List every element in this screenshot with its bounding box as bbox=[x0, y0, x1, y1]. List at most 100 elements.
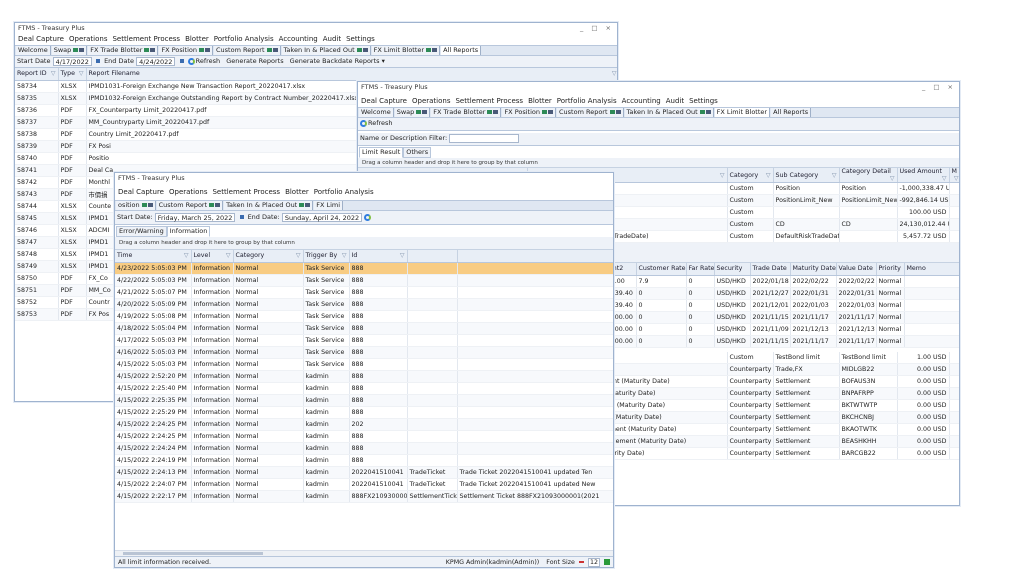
document-tab[interactable]: All Reports bbox=[771, 108, 812, 117]
column-header[interactable]: Time ▽ bbox=[115, 250, 192, 263]
menu-item[interactable]: Blotter bbox=[285, 188, 309, 196]
column-header[interactable]: Maturity Date bbox=[790, 263, 837, 276]
menu-item[interactable]: Audit bbox=[323, 35, 341, 43]
table-row[interactable]: 4/15/2022 2:24:07 PM Information Normal kad… bbox=[115, 478, 613, 491]
menu-item[interactable]: Accounting bbox=[279, 35, 318, 43]
table-row[interactable]: 4/18/2022 5:05:04 PM Information Normal Tas… bbox=[115, 322, 613, 335]
table-row[interactable]: 4/15/2022 2:24:24 PM Information Normal kad… bbox=[115, 442, 613, 455]
document-tab[interactable]: Custom Report bbox=[214, 46, 281, 55]
increase-font-icon[interactable] bbox=[604, 559, 610, 565]
document-tab[interactable]: Taken In & Placed Out bbox=[281, 46, 371, 55]
menu-item[interactable]: Operations bbox=[69, 35, 107, 43]
decrease-font-icon[interactable] bbox=[578, 561, 584, 563]
table-row[interactable]: 4/17/2022 5:05:03 PM Information Normal Tas… bbox=[115, 334, 613, 347]
document-tab[interactable]: FX Limi bbox=[314, 201, 344, 210]
close-tab-icon[interactable] bbox=[615, 110, 621, 114]
close-tab-icon[interactable] bbox=[422, 110, 428, 114]
menu-item[interactable]: Blotter bbox=[185, 35, 209, 43]
filter-icon[interactable]: ▽ bbox=[766, 172, 771, 179]
table-row[interactable]: 4/20/2022 5:05:09 PM Information Normal Tas… bbox=[115, 298, 613, 311]
close-tab-icon[interactable] bbox=[215, 203, 221, 207]
document-tab[interactable]: FX Trade Blotter bbox=[431, 108, 502, 117]
popout-icon[interactable] bbox=[542, 110, 548, 114]
popout-icon[interactable] bbox=[299, 203, 305, 207]
table-row[interactable]: 4/15/2022 2:24:25 PM Information Normal kad… bbox=[115, 418, 613, 431]
popout-icon[interactable] bbox=[141, 203, 147, 207]
table-row[interactable]: 4/15/2022 2:25:29 PM Information Normal kad… bbox=[115, 406, 613, 419]
column-header[interactable]: Used Amount ▽ bbox=[897, 168, 950, 183]
filter-icon[interactable]: ▽ bbox=[890, 175, 895, 182]
table-row[interactable]: 4/16/2022 5:05:03 PM Information Normal Tas… bbox=[115, 346, 613, 359]
filter-icon[interactable]: ▽ bbox=[184, 252, 189, 259]
start-date-field[interactable]: Friday, March 25, 2022 bbox=[154, 212, 236, 222]
close-tab-icon[interactable] bbox=[493, 110, 499, 114]
column-header[interactable]: Level ▽ bbox=[191, 250, 234, 263]
close-tab-icon[interactable] bbox=[272, 48, 278, 52]
calendar-icon[interactable] bbox=[179, 59, 184, 63]
menu-item[interactable]: Settings bbox=[346, 35, 375, 43]
menu-item[interactable]: Settlement Process bbox=[112, 35, 180, 43]
filter-icon[interactable]: ▽ bbox=[400, 252, 405, 259]
filter-icon[interactable]: ▽ bbox=[51, 70, 56, 77]
document-tab[interactable]: Welcome bbox=[359, 108, 394, 117]
column-header[interactable]: Priority bbox=[876, 263, 905, 276]
close-tab-icon[interactable] bbox=[362, 48, 368, 52]
menu-item[interactable]: Audit bbox=[666, 97, 684, 105]
menu-item[interactable]: Accounting bbox=[622, 97, 661, 105]
menu-item[interactable]: Portfolio Analysis bbox=[214, 35, 274, 43]
popout-icon[interactable] bbox=[426, 48, 432, 52]
menu-item[interactable]: Settlement Process bbox=[455, 97, 523, 105]
close-tab-icon[interactable] bbox=[548, 110, 554, 114]
popout-icon[interactable] bbox=[266, 48, 272, 52]
document-tab[interactable]: FX Trade Blotter bbox=[88, 46, 159, 55]
column-header[interactable]: Security bbox=[714, 263, 751, 276]
document-tab[interactable]: Welcome bbox=[16, 46, 51, 55]
column-header[interactable]: Memo bbox=[904, 263, 959, 276]
document-tab[interactable]: Custom Report bbox=[156, 201, 224, 210]
filter-icon[interactable]: ▽ bbox=[79, 70, 84, 77]
filter-icon[interactable]: ▽ bbox=[296, 252, 301, 259]
column-header[interactable]: Value Date bbox=[836, 263, 877, 276]
filter-icon[interactable]: ▽ bbox=[720, 172, 725, 179]
menu-item[interactable]: Deal Capture bbox=[18, 35, 64, 43]
table-row[interactable]: 4/23/2022 5:05:03 PM Information Normal Tas… bbox=[115, 262, 613, 275]
table-row[interactable]: 4/15/2022 2:24:25 PM Information Normal kad… bbox=[115, 430, 613, 443]
table-row[interactable]: 4/15/2022 2:25:35 PM Information Normal kad… bbox=[115, 394, 613, 407]
document-tab[interactable]: FX Position bbox=[159, 46, 214, 55]
document-tab[interactable]: FX Position bbox=[502, 108, 557, 117]
popout-icon[interactable] bbox=[416, 110, 422, 114]
end-date-field[interactable]: Sunday, April 24, 2022 bbox=[281, 212, 363, 222]
popout-icon[interactable] bbox=[73, 48, 79, 52]
font-size-value[interactable]: 12 bbox=[587, 558, 600, 567]
column-header[interactable]: Id ▽ bbox=[349, 250, 408, 263]
subtab[interactable]: Others bbox=[403, 147, 432, 158]
popout-icon[interactable] bbox=[609, 110, 615, 114]
close-tab-icon[interactable] bbox=[147, 203, 153, 207]
document-tab[interactable]: Swap bbox=[51, 46, 88, 55]
document-tab[interactable]: Taken In & Placed Out bbox=[224, 201, 314, 210]
calendar-icon[interactable] bbox=[95, 59, 100, 63]
subtab[interactable]: Limit Result bbox=[359, 147, 404, 158]
filter-icon[interactable]: ▽ bbox=[226, 252, 231, 259]
table-row[interactable]: 4/19/2022 5:05:08 PM Information Normal Tas… bbox=[115, 310, 613, 323]
table-row[interactable]: 4/15/2022 2:22:17 PM Information Normal kad… bbox=[115, 490, 613, 503]
document-tab[interactable]: FX Limit Blotter bbox=[371, 46, 441, 55]
document-tab[interactable]: Taken In & Placed Out bbox=[624, 108, 714, 117]
generate-reports-button[interactable]: Generate Reports bbox=[226, 57, 283, 65]
menu-item[interactable]: Settlement Process bbox=[212, 188, 280, 196]
close-tab-icon[interactable] bbox=[205, 48, 211, 52]
document-tab[interactable]: Custom Report bbox=[557, 108, 624, 117]
menu-item[interactable]: Settings bbox=[689, 97, 718, 105]
menu-item[interactable]: Portfolio Analysis bbox=[557, 97, 617, 105]
window-controls[interactable]: _ □ × bbox=[580, 23, 614, 34]
column-header[interactable]: Trade Date bbox=[750, 263, 791, 276]
column-header[interactable]: Customer Rate bbox=[636, 263, 687, 276]
popout-icon[interactable] bbox=[356, 48, 362, 52]
refresh-button[interactable]: Refresh bbox=[187, 57, 220, 65]
table-row[interactable]: 4/15/2022 5:05:03 PM Information Normal Tas… bbox=[115, 358, 613, 371]
window-controls[interactable]: _ □ × bbox=[922, 82, 956, 93]
column-header[interactable]: Trigger By ▽ bbox=[303, 250, 350, 263]
table-row[interactable]: 4/15/2022 2:25:40 PM Information Normal kad… bbox=[115, 382, 613, 395]
column-header[interactable]: Sub Category ▽ bbox=[773, 168, 840, 183]
document-tab[interactable]: All Reports bbox=[441, 46, 482, 55]
